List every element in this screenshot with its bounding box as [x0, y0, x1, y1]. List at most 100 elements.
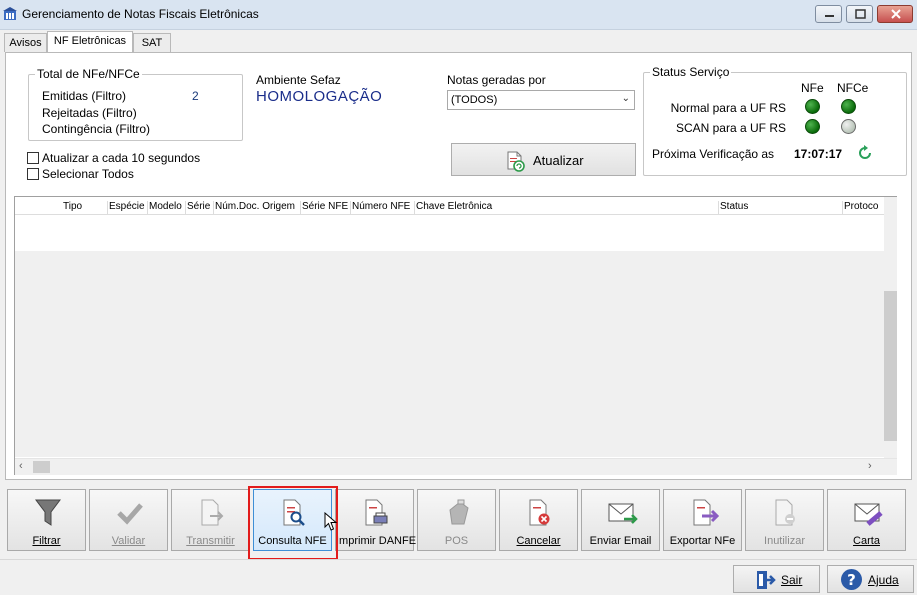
status-col-nfce: NFCe: [837, 81, 869, 95]
svg-text:?: ?: [847, 571, 856, 589]
refresh-icon[interactable]: [856, 144, 874, 162]
action-toolbar: Filtrar Validar Transmitir Consulta NFE: [5, 487, 912, 555]
pos-terminal-icon: [449, 499, 469, 525]
notas-select[interactable]: (TODOS) ⌄: [447, 90, 635, 110]
totals-title: Total de NFe/NFCe: [35, 67, 142, 81]
validar-button[interactable]: Validar: [89, 489, 168, 551]
filtrar-button[interactable]: Filtrar: [7, 489, 86, 551]
totals-group: Total de NFe/NFCe Emitidas (Filtro) 2 Re…: [28, 67, 243, 141]
check-icon: [117, 503, 143, 525]
checkbox-box[interactable]: [27, 152, 39, 164]
grid-col-tipo[interactable]: Tipo: [62, 201, 108, 214]
status-group: Status Serviço NFe NFCe Normal para a UF…: [643, 65, 907, 176]
tab-sat[interactable]: SAT: [133, 33, 171, 52]
grid-col-protocolo[interactable]: Protoco: [843, 201, 884, 214]
close-button[interactable]: [877, 5, 913, 23]
scroll-right-icon[interactable]: ›: [868, 460, 872, 472]
grid-col-serie-nfe[interactable]: Série NFE: [301, 201, 351, 214]
rejeitadas-label: Rejeitadas (Filtro): [42, 106, 137, 120]
maximize-icon: [855, 9, 866, 19]
filter-icon: [35, 499, 61, 526]
ajuda-label: Ajuda: [868, 573, 899, 587]
maximize-button[interactable]: [846, 5, 873, 23]
status-row-normal-label: Normal para a UF RS: [670, 101, 786, 115]
status-normal-nfe-indicator: [805, 99, 820, 114]
transmitir-button[interactable]: Transmitir: [171, 489, 250, 551]
grid-col-especie[interactable]: Espécie: [108, 201, 148, 214]
grid-col-serie[interactable]: Série: [186, 201, 214, 214]
document-export-icon: [693, 499, 720, 526]
notas-grid[interactable]: Tipo Espécie Modelo Série Núm.Doc. Orige…: [14, 196, 897, 475]
atualizar-checkbox-label: Atualizar a cada 10 segundos: [42, 151, 201, 165]
document-disable-icon: [775, 499, 795, 526]
grid-body[interactable]: [15, 251, 884, 457]
status-scan-nfe-indicator: [805, 119, 820, 134]
title-bar: Gerenciamento de Notas Fiscais Eletrônic…: [0, 0, 917, 30]
contingencia-label: Contingência (Filtro): [42, 122, 151, 136]
transmitir-label: Transmitir: [186, 535, 235, 547]
atualizar-button[interactable]: Atualizar: [451, 143, 636, 176]
next-check-value: 17:07:17: [794, 147, 843, 161]
ambiente-label: Ambiente Sefaz: [256, 73, 341, 87]
sair-label: Sair: [781, 573, 803, 587]
pos-label: POS: [444, 535, 469, 547]
carta-label: Carta: [853, 535, 880, 547]
chevron-down-icon: ⌄: [621, 93, 630, 104]
document-cancel-icon: [529, 499, 550, 526]
grid-col-num-doc-origem[interactable]: Núm.Doc. Origem: [214, 201, 301, 214]
sair-button[interactable]: Sair: [733, 565, 820, 593]
close-icon: [891, 9, 901, 19]
imprimir-danfe-button[interactable]: Imprimir DANFE: [335, 489, 417, 551]
selecionar-todos-checkbox[interactable]: Selecionar Todos: [27, 167, 134, 181]
status-title: Status Serviço: [650, 65, 732, 79]
grid-col-status[interactable]: Status: [719, 201, 843, 214]
inutilizar-button[interactable]: Inutilizar: [745, 489, 824, 551]
carta-button[interactable]: Carta: [827, 489, 906, 551]
document-refresh-icon: [507, 151, 525, 172]
email-send-icon: [608, 503, 638, 524]
exportar-nfe-button[interactable]: Exportar NFe: [663, 489, 742, 551]
notas-label: Notas geradas por: [447, 73, 546, 87]
ajuda-button[interactable]: ? Ajuda: [827, 565, 914, 593]
cancelar-button[interactable]: Cancelar: [499, 489, 578, 551]
minimize-button[interactable]: [815, 5, 842, 23]
vertical-scrollbar-thumb[interactable]: [884, 291, 897, 441]
grid-col-select: [15, 201, 61, 214]
emitidas-value: 2: [192, 89, 199, 103]
help-icon: ?: [841, 569, 862, 590]
status-scan-nfce-indicator: [841, 119, 856, 134]
emitidas-label: Emitidas (Filtro): [42, 89, 127, 103]
horizontal-scrollbar-thumb[interactable]: [33, 461, 50, 473]
letter-edit-icon: [854, 503, 883, 526]
horizontal-scrollbar[interactable]: ‹ ›: [15, 458, 897, 475]
enviar-email-button[interactable]: Enviar Email: [581, 489, 660, 551]
inutilizar-label: Inutilizar: [764, 535, 805, 547]
checkbox-box[interactable]: [27, 168, 39, 180]
tab-nf-eletronicas[interactable]: NF Eletrônicas: [47, 31, 133, 52]
grid-col-modelo[interactable]: Modelo: [148, 201, 186, 214]
notas-selected: (TODOS): [451, 94, 498, 106]
atualizar-checkbox[interactable]: Atualizar a cada 10 segundos: [27, 151, 200, 165]
grid-col-numero-nfe[interactable]: Número NFE: [351, 201, 415, 214]
imprimir-danfe-label: Imprimir DANFE: [336, 535, 417, 547]
mouse-cursor-icon: [324, 512, 338, 531]
exit-icon: [757, 571, 776, 589]
grid-col-chave-eletronica[interactable]: Chave Eletrônica: [415, 201, 719, 214]
next-check-label: Próxima Verificação as: [652, 147, 775, 161]
validar-label: Validar: [111, 535, 146, 547]
grid-header: Tipo Espécie Modelo Série Núm.Doc. Orige…: [15, 197, 884, 215]
status-col-nfe: NFe: [801, 81, 824, 95]
atualizar-button-label: Atualizar: [533, 153, 584, 168]
tab-avisos[interactable]: Avisos: [4, 33, 47, 52]
scroll-left-icon[interactable]: ‹: [19, 460, 23, 472]
document-print-icon: [365, 499, 388, 526]
pos-button[interactable]: POS: [417, 489, 496, 551]
minimize-icon: [825, 15, 834, 17]
grid-empty-row: [15, 215, 884, 251]
ambiente-value: HOMOLOGAÇÃO: [256, 88, 383, 105]
cancelar-label: Cancelar: [516, 535, 561, 547]
exportar-nfe-label: Exportar NFe: [669, 535, 736, 547]
selecionar-todos-label: Selecionar Todos: [42, 167, 134, 181]
status-normal-nfce-indicator: [841, 99, 856, 114]
app-icon: [3, 7, 17, 20]
